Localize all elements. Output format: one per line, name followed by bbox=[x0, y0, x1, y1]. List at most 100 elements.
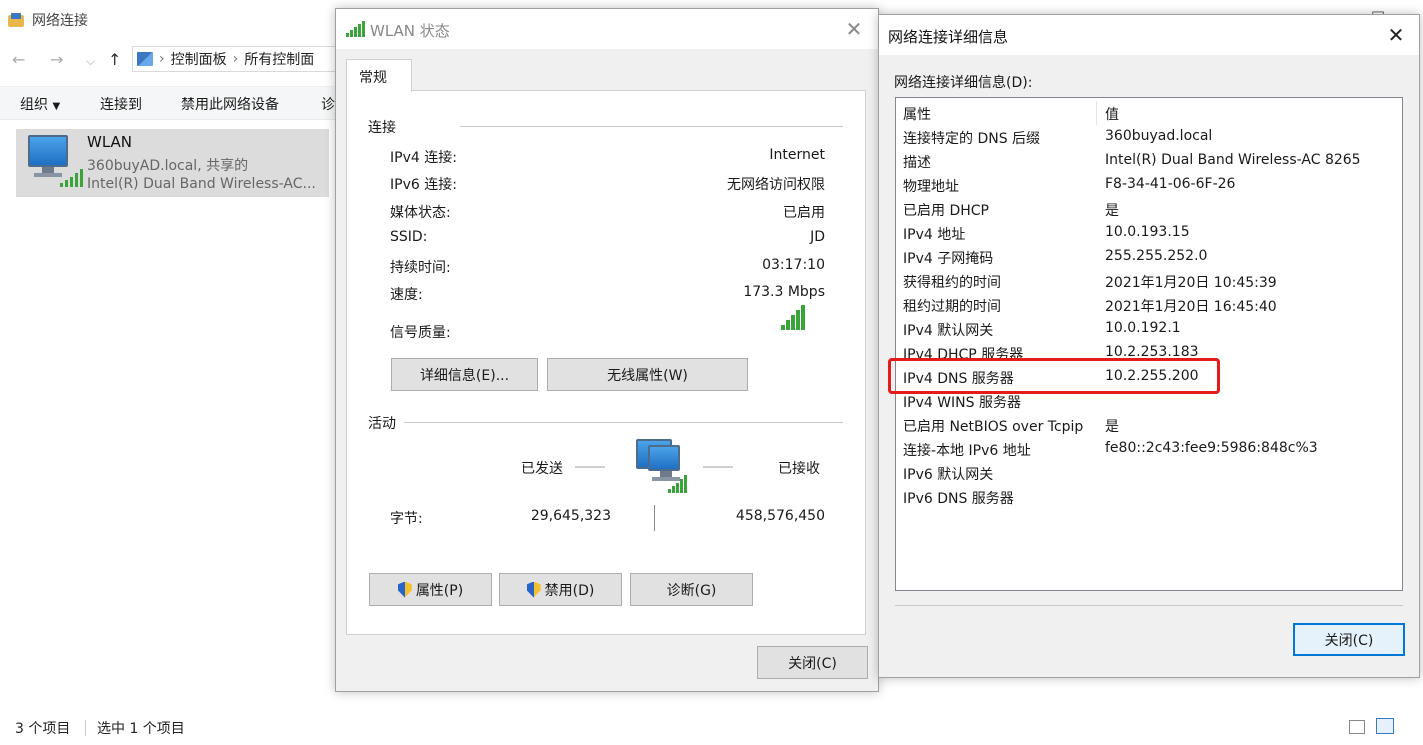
table-row[interactable]: 物理地址 F8-34-41-06-6F-26 bbox=[896, 173, 1402, 197]
status-divider bbox=[85, 720, 86, 736]
received-line bbox=[703, 466, 733, 468]
row-value: 是 bbox=[1105, 203, 1119, 219]
received-label: 已接收 bbox=[778, 461, 820, 477]
uac-shield-icon bbox=[527, 582, 541, 598]
wlan-connection-item[interactable]: WLAN 360buyAD.local, 共享的 Intel(R) Dual B… bbox=[16, 129, 329, 197]
disable-button[interactable]: 禁用(D) bbox=[499, 573, 622, 606]
explorer-title: 网络连接 bbox=[32, 13, 88, 29]
organize-menu[interactable]: 组织 ▼ bbox=[20, 94, 60, 114]
connect-to-button[interactable]: 连接到 bbox=[100, 94, 142, 114]
command-bar: 组织 ▼ 连接到 禁用此网络设备 诊 bbox=[0, 86, 340, 120]
row-property: 连接-本地 IPv6 地址 bbox=[903, 443, 1031, 459]
network-activity-icon bbox=[634, 437, 696, 495]
table-row[interactable]: IPv4 地址 10.0.193.15 bbox=[896, 221, 1402, 245]
ipv6-connection-value: 无网络访问权限 bbox=[727, 177, 825, 193]
row-value: fe80::2c43:fee9:5986:848c%3 bbox=[1105, 440, 1318, 456]
row-property: 获得租约的时间 bbox=[903, 275, 1001, 291]
dropdown-arrow-icon: ▼ bbox=[52, 101, 61, 112]
item-count: 3 个项目 bbox=[15, 721, 71, 737]
table-row[interactable]: 描述 Intel(R) Dual Band Wireless-AC 8265 bbox=[896, 149, 1402, 173]
row-value: 2021年1月20日 16:45:40 bbox=[1105, 299, 1277, 315]
details-titlebar: 网络连接详细信息 ✕ bbox=[879, 15, 1419, 55]
row-value: 10.0.193.15 bbox=[1105, 224, 1190, 240]
diagnose-button[interactable]: 诊 bbox=[321, 94, 335, 114]
activity-heading: 活动 bbox=[368, 416, 396, 432]
selection-count: 选中 1 个项目 bbox=[97, 721, 185, 737]
details-title: 网络连接详细信息 bbox=[888, 28, 1009, 46]
header-value[interactable]: 值 bbox=[1105, 104, 1119, 124]
close-icon[interactable]: ✕ bbox=[842, 17, 866, 41]
signal-quality-bars-icon bbox=[781, 305, 805, 330]
properties-button[interactable]: 属性(P) bbox=[369, 573, 492, 606]
table-row[interactable]: IPv6 DNS 服务器 bbox=[896, 485, 1402, 509]
details-button[interactable]: 详细信息(E)... bbox=[391, 358, 538, 391]
table-row[interactable]: 租约过期的时间 2021年1月20日 16:45:40 bbox=[896, 293, 1402, 317]
bytes-sent-value: 29,645,323 bbox=[530, 508, 611, 524]
row-property: 物理地址 bbox=[903, 179, 959, 195]
forward-arrow-icon[interactable]: → bbox=[50, 50, 63, 69]
network-folder-icon bbox=[8, 13, 24, 27]
large-icons-view-icon[interactable] bbox=[1376, 718, 1394, 734]
row-value: 是 bbox=[1105, 419, 1119, 435]
table-row[interactable]: IPv6 默认网关 bbox=[896, 461, 1402, 485]
explorer-titlebar: 网络连接 bbox=[8, 9, 88, 31]
row-property: 租约过期的时间 bbox=[903, 299, 1001, 315]
table-row[interactable]: 连接特定的 DNS 后缀 360buyad.local bbox=[896, 125, 1402, 149]
recent-chevron-icon[interactable]: ⌵ bbox=[86, 54, 95, 69]
table-row[interactable]: IPv4 子网掩码 255.255.252.0 bbox=[896, 245, 1402, 269]
uac-shield-icon bbox=[398, 582, 412, 598]
row-property: IPv4 默认网关 bbox=[903, 323, 994, 339]
row-property: 已启用 DHCP bbox=[903, 203, 989, 219]
section-divider bbox=[460, 126, 843, 127]
item-name: WLAN bbox=[87, 133, 133, 151]
row-value: F8-34-41-06-6F-26 bbox=[1105, 176, 1236, 192]
details-view-icon[interactable] bbox=[1349, 720, 1365, 734]
back-arrow-icon[interactable]: ← bbox=[12, 50, 25, 69]
table-row[interactable]: 已启用 NetBIOS over Tcpip 是 bbox=[896, 413, 1402, 437]
close-icon[interactable]: ✕ bbox=[1384, 23, 1408, 47]
bytes-label: 字节: bbox=[390, 511, 423, 527]
details-close-button[interactable]: 关闭(C) bbox=[1293, 623, 1405, 656]
properties-label: 属性(P) bbox=[415, 582, 464, 599]
row-value: 2021年1月20日 10:45:39 bbox=[1105, 275, 1277, 291]
bytes-received-value: 458,576,450 bbox=[735, 508, 825, 524]
diagnose-button[interactable]: 诊断(G) bbox=[630, 573, 753, 606]
row-value: 10.0.192.1 bbox=[1105, 320, 1181, 336]
address-bar[interactable]: › 控制面板 › 所有控制面 bbox=[132, 46, 342, 72]
column-separator[interactable] bbox=[1096, 101, 1097, 125]
item-domain: 360buyAD.local, 共享的 bbox=[87, 158, 249, 174]
breadcrumb-separator-icon: › bbox=[232, 51, 239, 67]
tab-general[interactable]: 常规 bbox=[346, 59, 412, 92]
breadcrumb-item[interactable]: 控制面板 bbox=[171, 49, 227, 69]
disable-label: 禁用(D) bbox=[544, 582, 595, 599]
list-header: 属性 值 bbox=[896, 101, 1402, 125]
duration-value: 03:17:10 bbox=[762, 257, 825, 273]
duration-label: 持续时间: bbox=[390, 260, 451, 276]
tab-label: 常规 bbox=[359, 70, 387, 86]
row-property: 已启用 NetBIOS over Tcpip bbox=[903, 419, 1084, 435]
row-value: 255.255.252.0 bbox=[1105, 248, 1208, 264]
details-list[interactable]: 属性 值 连接特定的 DNS 后缀 360buyad.local 描述 Intel(R… bbox=[895, 97, 1403, 591]
media-state-label: 媒体状态: bbox=[390, 205, 451, 221]
row-property: 描述 bbox=[903, 155, 931, 171]
up-arrow-icon[interactable]: ↑ bbox=[108, 50, 121, 69]
table-row[interactable]: IPv4 默认网关 10.0.192.1 bbox=[896, 317, 1402, 341]
row-property: IPv6 默认网关 bbox=[903, 467, 994, 483]
ipv4-connection-value: Internet bbox=[769, 147, 825, 163]
wlan-title: WLAN 状态 bbox=[370, 22, 450, 40]
sent-line bbox=[575, 466, 605, 468]
header-property[interactable]: 属性 bbox=[903, 104, 931, 124]
bytes-divider bbox=[654, 505, 655, 531]
table-row[interactable]: 获得租约的时间 2021年1月20日 10:45:39 bbox=[896, 269, 1402, 293]
table-row[interactable]: 已启用 DHCP 是 bbox=[896, 197, 1402, 221]
wireless-properties-button[interactable]: 无线属性(W) bbox=[547, 358, 748, 391]
status-bar: 3 个项目 选中 1 个项目 bbox=[0, 712, 1423, 742]
disable-device-button[interactable]: 禁用此网络设备 bbox=[181, 94, 279, 114]
ipv6-connection-label: IPv6 连接: bbox=[390, 177, 457, 193]
table-row[interactable]: 连接-本地 IPv6 地址 fe80::2c43:fee9:5986:848c%3 bbox=[896, 437, 1402, 461]
wlan-titlebar: WLAN 状态 ✕ bbox=[336, 9, 878, 49]
row-property: 连接特定的 DNS 后缀 bbox=[903, 131, 1041, 147]
general-panel: 连接 IPv4 连接: Internet IPv6 连接: 无网络访问权限 媒体… bbox=[346, 90, 866, 635]
wlan-close-button[interactable]: 关闭(C) bbox=[757, 646, 868, 679]
breadcrumb-item[interactable]: 所有控制面 bbox=[244, 49, 314, 69]
